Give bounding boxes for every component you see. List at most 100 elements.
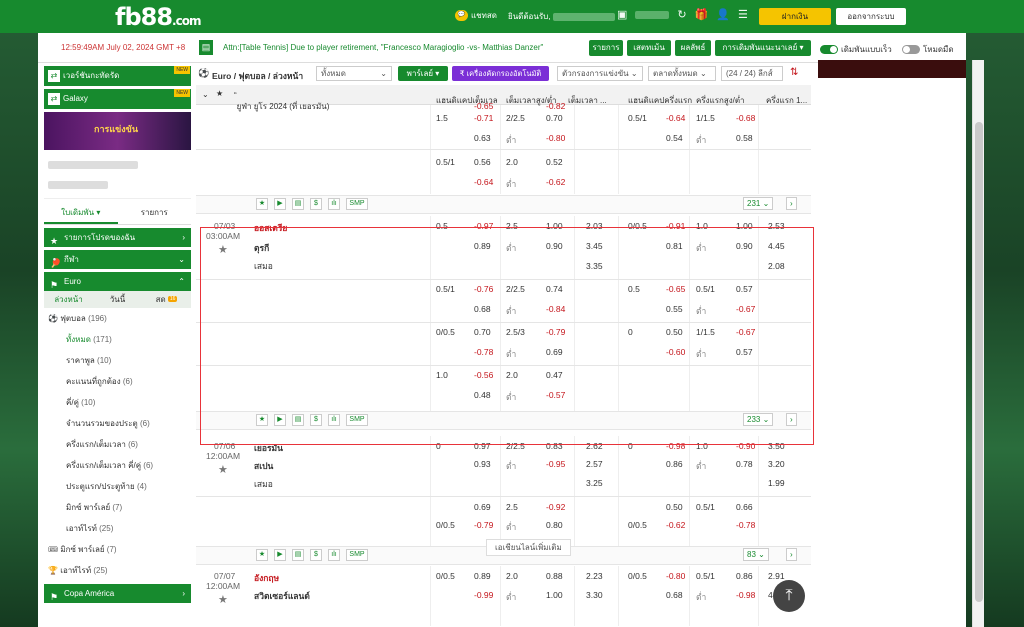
odds-cell[interactable]: 0.63: [474, 133, 491, 143]
odds-cell[interactable]: 0.54: [666, 133, 683, 143]
sidebar-item[interactable]: เอาท์ไรท์ (25): [44, 518, 191, 539]
odds-cell[interactable]: 3.35: [586, 261, 603, 271]
odds-cell[interactable]: 0.90: [736, 241, 753, 251]
odds-cell[interactable]: -0.64: [666, 113, 685, 123]
smp-icon[interactable]: SMP: [346, 549, 368, 561]
list-icon[interactable]: ☰: [738, 8, 748, 21]
odds-cell[interactable]: 0: [628, 327, 633, 337]
odds-cell[interactable]: 2.23: [586, 571, 603, 581]
sidebar-item[interactable]: ทั้งหมด (171): [44, 329, 191, 350]
odds-cell[interactable]: 0/0.5: [628, 520, 647, 530]
odds-cell[interactable]: 2.0: [506, 571, 518, 581]
odds-cell[interactable]: 3.45: [586, 241, 603, 251]
wallet-icon[interactable]: ▣: [617, 8, 627, 21]
more-markets-pager[interactable]: 83 ⌄: [743, 548, 769, 561]
chart-icon[interactable]: ılı: [328, 549, 340, 561]
message-icon[interactable]: ▤: [199, 40, 213, 55]
odds-cell[interactable]: -0.65: [666, 284, 685, 294]
live-stream-icon[interactable]: ▶: [274, 549, 286, 561]
odds-cell[interactable]: -0.64: [474, 177, 493, 187]
odds-cell[interactable]: 2.0: [506, 370, 518, 380]
promo-icon[interactable]: 🎁: [695, 8, 709, 21]
refresh-icon[interactable]: ↻: [677, 8, 686, 21]
logout-button[interactable]: ออกจากระบบ: [836, 8, 906, 25]
odds-cell[interactable]: -0.82: [546, 101, 565, 111]
odds-cell[interactable]: 0.56: [474, 157, 491, 167]
sidebar-item[interactable]: คี่/คู่ (10): [44, 392, 191, 413]
odds-cell[interactable]: 0.52: [546, 157, 563, 167]
match-star-icon[interactable]: ★: [218, 243, 228, 256]
odds-cell[interactable]: -0.56: [474, 370, 493, 380]
live-stream-icon[interactable]: ▶: [274, 198, 286, 210]
odds-cell[interactable]: 0.93: [474, 459, 491, 469]
odds-cell[interactable]: 1.5: [436, 113, 448, 123]
away-team[interactable]: ตุรกี: [254, 241, 269, 255]
scrollbar-thumb[interactable]: [975, 122, 983, 602]
sidebar-item-outright[interactable]: 🏆 เอาท์ไรท์ (25): [44, 560, 191, 581]
sidebar-item[interactable]: ราคาพูล (10): [44, 350, 191, 371]
toggle-switch[interactable]: [902, 45, 920, 54]
odds-cell[interactable]: 2/2.5: [506, 441, 525, 451]
odds-cell[interactable]: 0.97: [474, 441, 491, 451]
odds-cell[interactable]: 4.45: [768, 241, 785, 251]
odds-cell[interactable]: -0.68: [736, 113, 755, 123]
odds-cell[interactable]: 0.66: [736, 502, 753, 512]
compact-version-banner[interactable]: ⇄ เวอร์ชันกะทัดรัด NEW: [44, 66, 191, 86]
odds-cell[interactable]: 0.48: [474, 390, 491, 400]
odds-cell[interactable]: 0.5/1: [696, 571, 715, 581]
results-button[interactable]: ผลลัพธ์: [675, 40, 711, 56]
odds-cell[interactable]: 0: [628, 441, 633, 451]
scrollbar[interactable]: [972, 60, 984, 627]
odds-cell[interactable]: 0.74: [546, 284, 563, 294]
odds-cell[interactable]: 0.70: [474, 327, 491, 337]
odds-cell[interactable]: 3.50: [768, 441, 785, 451]
quick-bet-toggle[interactable]: เดิมพันแบบเร็ว: [820, 43, 892, 56]
odds-cell[interactable]: 0.50: [666, 502, 683, 512]
parlay-button[interactable]: พาร์เลย์ ▾: [398, 66, 448, 81]
odds-cell[interactable]: 0.68: [474, 304, 491, 314]
home-team[interactable]: อังกฤษ: [254, 571, 279, 585]
tab-today[interactable]: วันนี้: [93, 291, 142, 308]
odds-cell[interactable]: -0.71: [474, 113, 493, 123]
sidebar-item-football[interactable]: ⚽ ฟุตบอล (196): [44, 308, 191, 329]
league-count[interactable]: (24 / 24) ลีกส์: [721, 66, 783, 81]
odds-cell[interactable]: -0.67: [736, 304, 755, 314]
next-arrow[interactable]: ›: [786, 548, 797, 561]
odds-cell[interactable]: 0.50: [666, 327, 683, 337]
odds-cell[interactable]: 2.5/3: [506, 327, 525, 337]
odds-cell[interactable]: 1.00: [736, 221, 753, 231]
odds-cell[interactable]: 0.68: [666, 590, 683, 600]
away-team[interactable]: สวิตเซอร์แลนด์: [254, 589, 310, 603]
odds-cell[interactable]: 3.25: [586, 478, 603, 488]
stats-icon[interactable]: ▤: [292, 198, 304, 210]
bet-settings-dropdown[interactable]: การเดิมพันแนะนาเลย์ ▾: [715, 40, 811, 56]
odds-cell[interactable]: 2/2.5: [506, 113, 525, 123]
odds-cell[interactable]: 2/2.5: [506, 284, 525, 294]
promo-banner[interactable]: การแข่งขัน: [44, 112, 191, 150]
odds-cell[interactable]: 1.0: [696, 221, 708, 231]
list-button[interactable]: รายการ: [589, 40, 623, 56]
odds-cell[interactable]: 0/0.5: [436, 571, 455, 581]
odds-cell[interactable]: -0.90: [736, 441, 755, 451]
odds-cell[interactable]: 0.86: [666, 459, 683, 469]
odds-cell[interactable]: 0.5/1: [628, 113, 647, 123]
odds-cell[interactable]: 2.5: [506, 221, 518, 231]
collapse-chevron-icon[interactable]: ⌄: [202, 90, 209, 99]
odds-cell[interactable]: 0.80: [546, 520, 563, 530]
smp-icon[interactable]: SMP: [346, 198, 368, 210]
news-ticker[interactable]: Attn:[Table Tennis] Due to player retire…: [223, 43, 583, 52]
odds-cell[interactable]: 1.99: [768, 478, 785, 488]
odds-cell[interactable]: 0/0.5: [436, 520, 455, 530]
odds-cell[interactable]: 1/1.5: [696, 327, 715, 337]
tab-bet-slip[interactable]: ใบเดิมพัน ▾: [44, 203, 118, 224]
odds-cell[interactable]: -0.67: [736, 327, 755, 337]
odds-cell[interactable]: 2.03: [586, 221, 603, 231]
stats-icon[interactable]: ▤: [292, 414, 304, 426]
copa-america-header[interactable]: ⚑ Copa América ›: [44, 584, 191, 603]
sidebar-item-mix-parlay[interactable]: 🎟 มิกซ์ พาร์เลย์ (7): [44, 539, 191, 560]
odds-cell[interactable]: 2.0: [506, 157, 518, 167]
odds-cell[interactable]: -0.60: [666, 347, 685, 357]
tab-live[interactable]: สด 16: [142, 291, 191, 308]
odds-cell[interactable]: 0.5/1: [436, 157, 455, 167]
home-team[interactable]: เยอรมัน: [254, 441, 283, 455]
